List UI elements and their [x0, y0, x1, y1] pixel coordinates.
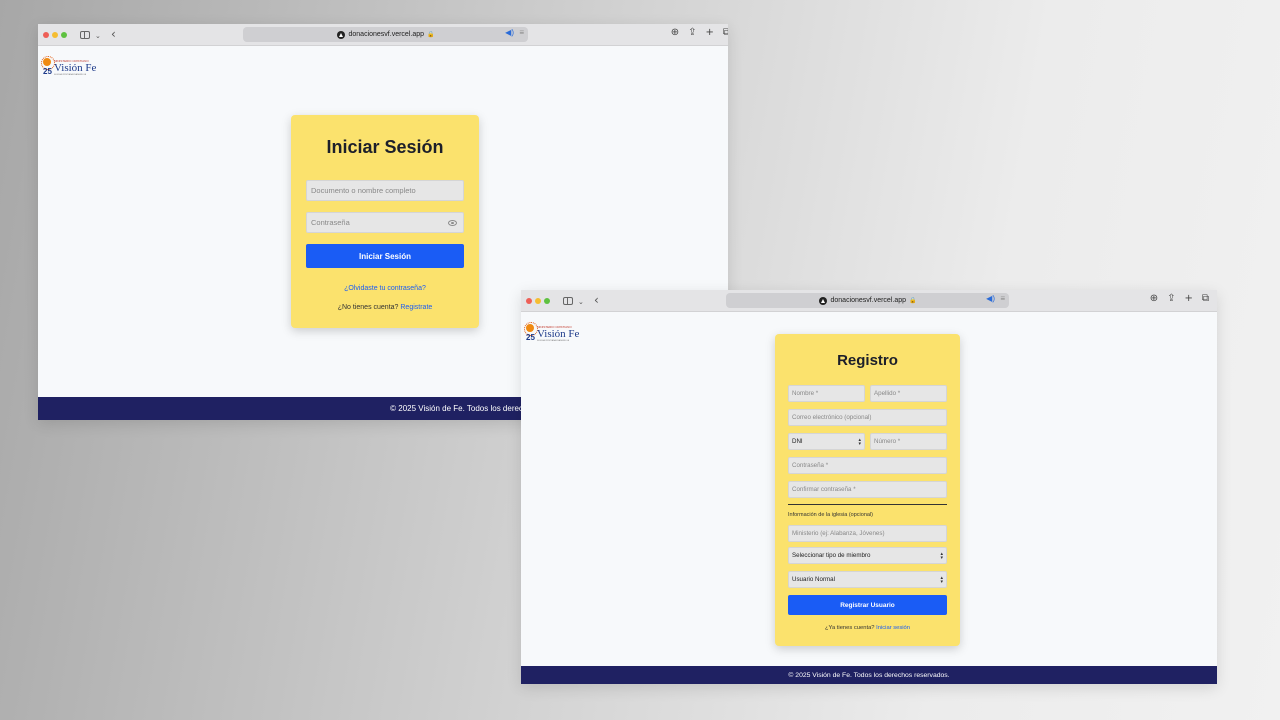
forgot-password-link[interactable]: ¿Olvidaste tu contraseña?	[344, 285, 426, 292]
confirm-password-placeholder: Confirmar contraseña *	[792, 486, 856, 493]
ministry-placeholder: Ministerio (ej: Alabanza, Jóvenes)	[792, 530, 885, 537]
back-arrow-icon[interactable]: ‹	[594, 293, 599, 307]
document-type-value: DNI	[792, 438, 803, 445]
tabs-overview-icon[interactable]: ⧉	[1202, 293, 1209, 304]
logo-main-text: Visión Fe	[537, 328, 580, 340]
email-placeholder: Correo electrónico (opcional)	[792, 414, 872, 421]
select-arrow-icon: ▴ ▾	[940, 574, 943, 585]
site-logo[interactable]: 25 MINISTERIO CRISTIANO Visión Fe IGLESI…	[524, 322, 590, 344]
new-tab-icon[interactable]: +	[1184, 293, 1192, 304]
sun-icon	[524, 322, 538, 336]
lock-icon: 🔒	[909, 298, 917, 304]
chevron-down-icon[interactable]: ⌄	[578, 295, 584, 309]
register-browser-window: ⌄ ‹ donacionesvf.vercel.app 🔒 ◀) ≡ ⊕ ⇪ +…	[521, 290, 1217, 684]
sidebar-toggle-icon[interactable]	[80, 31, 90, 39]
browser-toolbar: ⌄ ‹ donacionesvf.vercel.app 🔒 ◀) ≡ ⊕ ⇪ +…	[521, 290, 1217, 312]
address-bar[interactable]: donacionesvf.vercel.app 🔒 ◀) ≡	[243, 27, 528, 42]
close-window-button[interactable]	[526, 298, 532, 304]
logo-subtitle: IGLESIA CRISTIANA EVANGÉLICA	[54, 74, 86, 76]
site-logo[interactable]: 25 MINISTERIO CRISTIANO Visión Fe IGLESI…	[41, 56, 107, 78]
last-name-input[interactable]: Apellido *	[870, 385, 947, 402]
toolbar-right-icons: ⊕ ⇪ + ⧉	[671, 27, 728, 38]
select-arrow-icon: ▴ ▾	[940, 550, 943, 561]
logo-subtitle: IGLESIA CRISTIANA EVANGÉLICA	[537, 340, 569, 342]
maximize-window-button[interactable]	[61, 32, 67, 38]
document-input[interactable]: Documento o nombre completo	[306, 180, 464, 201]
toolbar-right-icons: ⊕ ⇪ + ⧉	[1150, 293, 1209, 304]
document-input-placeholder: Documento o nombre completo	[311, 186, 416, 195]
login-prompt: ¿Ya tienes cuenta? Iniciar sesión	[775, 625, 960, 631]
user-type-select[interactable]: Usuario Normal ▴ ▾	[788, 571, 947, 588]
minimize-window-button[interactable]	[535, 298, 541, 304]
no-account-text: ¿No tienes cuenta?	[337, 304, 399, 311]
document-type-select[interactable]: DNI ▴ ▾	[788, 433, 865, 450]
tabs-overview-icon[interactable]: ⧉	[723, 27, 728, 38]
logo-anniversary: 25	[43, 67, 52, 76]
back-arrow-icon[interactable]: ‹	[111, 27, 116, 41]
logo-main-text: Visión Fe	[54, 62, 97, 74]
church-info-label: Información de la iglesia (opcional)	[788, 512, 873, 518]
site-favicon-icon	[336, 30, 345, 39]
site-footer: © 2025 Visión de Fe. Todos los derechos …	[521, 666, 1217, 684]
reader-icon[interactable]: ≡	[1000, 294, 1005, 303]
sidebar-toggle-icon[interactable]	[563, 297, 573, 305]
password-placeholder: Contraseña *	[792, 462, 829, 469]
register-title: Registro	[837, 352, 898, 369]
chevron-down-icon[interactable]: ⌄	[95, 29, 101, 43]
lock-icon: 🔒	[427, 32, 435, 38]
close-window-button[interactable]	[43, 32, 49, 38]
document-number-placeholder: Número *	[874, 438, 901, 445]
speaker-icon[interactable]: ◀)	[505, 28, 514, 37]
new-tab-icon[interactable]: +	[705, 27, 713, 38]
forgot-password-line: ¿Olvidaste tu contraseña?	[291, 285, 479, 292]
register-user-button[interactable]: Registrar Usuario	[788, 595, 947, 615]
password-input-placeholder: Contraseña	[311, 218, 350, 227]
confirm-password-input[interactable]: Confirmar contraseña *	[788, 481, 947, 498]
address-bar-url: donacionesvf.vercel.app	[348, 31, 425, 38]
document-number-input[interactable]: Número *	[870, 433, 947, 450]
download-icon[interactable]: ⊕	[1150, 293, 1158, 304]
email-input[interactable]: Correo electrónico (opcional)	[788, 409, 947, 426]
speaker-icon[interactable]: ◀)	[986, 294, 995, 303]
address-bar-url: donacionesvf.vercel.app	[830, 297, 907, 304]
ministry-input[interactable]: Ministerio (ej: Alabanza, Jóvenes)	[788, 525, 947, 542]
register-card: Registro Nombre * Apellido * Correo elec…	[775, 334, 960, 646]
password-input[interactable]: Contraseña	[306, 212, 464, 233]
login-title: Iniciar Sesión	[326, 137, 444, 157]
footer-text: © 2025 Visión de Fe. Todos los derechos …	[788, 671, 950, 679]
register-link[interactable]: Registrate	[400, 304, 432, 311]
member-type-value: Seleccionar tipo de miembro	[792, 552, 871, 559]
login-card: Iniciar Sesión Documento o nombre comple…	[291, 115, 479, 328]
login-link[interactable]: Iniciar sesión	[876, 625, 910, 631]
register-prompt: ¿No tienes cuenta? Registrate	[291, 304, 479, 311]
address-bar[interactable]: donacionesvf.vercel.app 🔒 ◀) ≡	[726, 293, 1009, 308]
last-name-placeholder: Apellido *	[874, 390, 901, 397]
browser-toolbar: ⌄ ‹ donacionesvf.vercel.app 🔒 ◀) ≡ ⊕ ⇪ +…	[38, 24, 728, 46]
maximize-window-button[interactable]	[544, 298, 550, 304]
member-type-select[interactable]: Seleccionar tipo de miembro ▴ ▾	[788, 547, 947, 564]
have-account-text: ¿Ya tienes cuenta?	[825, 625, 875, 631]
minimize-window-button[interactable]	[52, 32, 58, 38]
user-type-value: Usuario Normal	[792, 576, 835, 583]
share-icon[interactable]: ⇪	[688, 27, 696, 38]
section-divider	[788, 504, 947, 505]
logo-anniversary: 25	[526, 333, 535, 342]
download-icon[interactable]: ⊕	[671, 27, 679, 38]
show-password-icon[interactable]	[448, 219, 457, 226]
share-icon[interactable]: ⇪	[1167, 293, 1175, 304]
select-arrow-icon: ▴ ▾	[858, 436, 861, 447]
password-input[interactable]: Contraseña *	[788, 457, 947, 474]
site-favicon-icon	[818, 296, 827, 305]
sun-icon	[41, 56, 55, 70]
first-name-placeholder: Nombre *	[792, 390, 819, 397]
login-button[interactable]: Iniciar Sesión	[306, 244, 464, 268]
reader-icon[interactable]: ≡	[519, 28, 524, 37]
first-name-input[interactable]: Nombre *	[788, 385, 865, 402]
